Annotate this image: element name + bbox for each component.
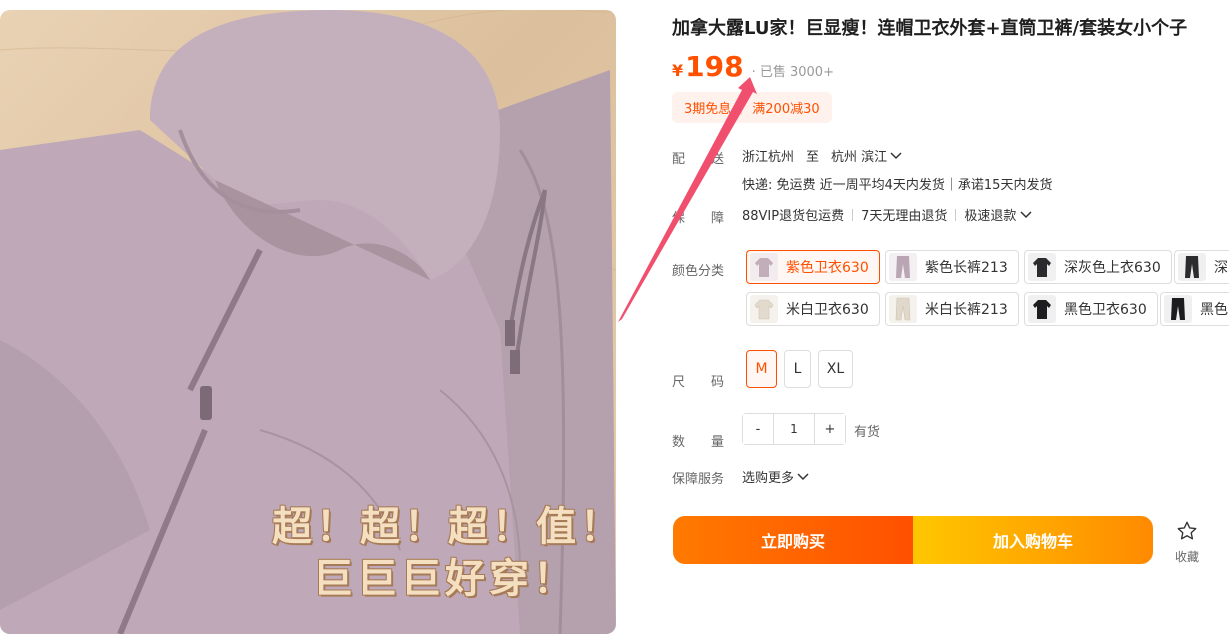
- size-label: 尺码: [672, 375, 751, 390]
- color-option-black-pants[interactable]: 黑色: [1160, 292, 1229, 326]
- product-info-panel: 加拿大露LU家！巨显瘦！连帽卫衣外套+直筒卫裤/套装女小个子 ¥ 198 · 已…: [672, 10, 1229, 636]
- promo-divider: [741, 100, 743, 115]
- guarantee-list[interactable]: 88VIP退货包运费 7天无理由退货 极速退款: [742, 205, 1032, 224]
- color-option-label: 米白长裤213: [925, 302, 1008, 318]
- pants-thumb-icon: [1185, 256, 1199, 278]
- color-thumb: [1178, 253, 1206, 281]
- shipping-to: 至: [806, 150, 820, 165]
- color-option-darkgray-top[interactable]: 深灰色上衣630: [1024, 250, 1172, 284]
- shipping-destination[interactable]: 杭州 滨江: [831, 146, 887, 165]
- stock-status: 有货: [854, 425, 881, 440]
- promo-banner[interactable]: 3期免息 满200减30: [672, 92, 832, 123]
- add-to-cart-button[interactable]: 加入购物车: [913, 516, 1153, 564]
- color-thumb: [750, 253, 778, 281]
- image-slogan-line-1: 超！超！超！值！: [272, 503, 616, 550]
- color-option-label: 深灰色上衣630: [1064, 260, 1161, 276]
- color-thumb: [1028, 253, 1056, 281]
- hoodie-thumb-icon: [1033, 300, 1051, 319]
- size-option-xl[interactable]: XL: [818, 350, 853, 388]
- hoodie-thumb-icon: [1033, 258, 1051, 277]
- service-label: 保障服务: [672, 472, 725, 487]
- quantity-stepper[interactable]: - 1 +: [742, 413, 846, 445]
- color-option-label: 米白卫衣630: [786, 302, 869, 318]
- color-option-label: 黑色卫衣630: [1064, 302, 1147, 318]
- color-thumb: [750, 295, 778, 323]
- quantity-increase-button[interactable]: +: [815, 414, 845, 444]
- quantity-label: 数量: [672, 435, 751, 450]
- price-row: ¥ 198 · 已售 3000+: [672, 50, 834, 83]
- color-option-purple-top[interactable]: 紫色卫衣630: [746, 250, 880, 284]
- pants-thumb-icon: [896, 256, 910, 278]
- purchase-buttons: 立即购买 加入购物车: [673, 516, 1153, 564]
- guarantee-divider: [955, 208, 957, 221]
- pants-thumb-icon: [895, 297, 911, 321]
- guarantee-item: 7天无理由退货: [861, 209, 948, 224]
- chevron-down-icon[interactable]: [890, 151, 902, 160]
- promo-tag-installment[interactable]: 3期免息: [684, 98, 731, 117]
- color-option-label: 黑色: [1200, 302, 1228, 318]
- shipping-origin: 浙江杭州: [742, 150, 795, 165]
- color-thumb: [889, 295, 917, 323]
- color-options: 紫色卫衣630 紫色长裤213 深灰色上衣630 深 米白卫衣630 米白长裤2…: [746, 250, 1229, 330]
- color-option-label: 紫色长裤213: [925, 260, 1008, 276]
- image-slogan-line-2: 巨巨巨好穿！: [313, 555, 577, 602]
- guarantee-label: 保障: [672, 211, 751, 226]
- hoodie-thumb-icon: [755, 258, 773, 277]
- quantity-decrease-button[interactable]: -: [743, 414, 773, 444]
- favorite-button[interactable]: 收藏: [1172, 520, 1202, 565]
- color-option-offwhite-pants[interactable]: 米白长裤213: [885, 292, 1019, 326]
- color-thumb: [889, 253, 917, 281]
- favorite-label[interactable]: 收藏: [1172, 548, 1202, 565]
- shipping-route: 浙江杭州 至 杭州 滨江: [742, 146, 902, 165]
- guarantee-item: 88VIP退货包运费: [742, 209, 845, 224]
- size-option-l[interactable]: L: [784, 350, 811, 388]
- guarantee-divider: [852, 208, 854, 221]
- guarantee-item: 极速退款: [964, 209, 1017, 224]
- color-option-offwhite-top[interactable]: 米白卫衣630: [746, 292, 880, 326]
- promo-tag-discount[interactable]: 满200减30: [752, 98, 819, 117]
- pants-thumb-icon: [1171, 298, 1185, 320]
- service-value[interactable]: 选购更多: [742, 467, 794, 486]
- color-option-black-top[interactable]: 黑色卫衣630: [1024, 292, 1158, 326]
- quantity-input[interactable]: 1: [773, 414, 815, 444]
- color-label: 颜色分类: [672, 264, 725, 279]
- color-thumb: [1164, 295, 1192, 323]
- shipping-label: 配送: [672, 152, 751, 167]
- price-value: 198: [685, 50, 744, 83]
- shipping-destination-selector[interactable]: 杭州 滨江: [831, 146, 902, 165]
- size-option-m[interactable]: M: [746, 350, 777, 388]
- chevron-down-icon[interactable]: [1020, 210, 1032, 219]
- product-main-image: 超！超！超！值！ 巨巨巨好穿！: [0, 10, 616, 634]
- hoodie-thumb-icon: [754, 299, 774, 320]
- color-thumb: [1028, 295, 1056, 323]
- sold-count: · 已售 3000+: [751, 65, 834, 80]
- service-selector[interactable]: 选购更多: [742, 467, 809, 486]
- color-option-purple-pants[interactable]: 紫色长裤213: [885, 250, 1019, 284]
- color-option-dark-pants[interactable]: 深: [1174, 250, 1229, 284]
- price-currency: ¥: [672, 61, 684, 80]
- color-option-label: 深: [1214, 260, 1228, 276]
- buy-now-button[interactable]: 立即购买: [673, 516, 913, 564]
- product-title: 加拿大露LU家！巨显瘦！连帽卫衣外套+直筒卫裤/套装女小个子: [672, 18, 1188, 39]
- chevron-down-icon[interactable]: [797, 472, 809, 481]
- star-icon[interactable]: [1176, 520, 1198, 542]
- color-option-label: 紫色卫衣630: [786, 260, 869, 276]
- shipping-detail: 快递: 免运费 近一周平均4天内发货｜承诺15天内发货: [742, 178, 1053, 193]
